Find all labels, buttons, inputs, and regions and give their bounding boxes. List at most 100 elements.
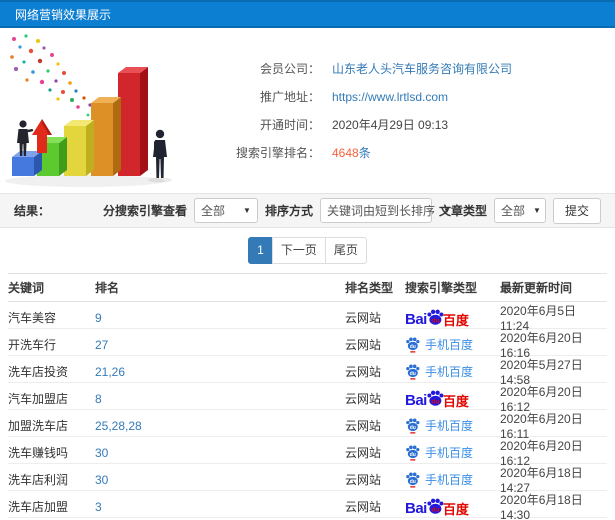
cell-keyword: 洗车店利润 <box>8 473 69 487</box>
filters-group: 分搜索引擎查看 全部 ▼ 排序方式 关键词由短到长排序 ▼ 文章类型 全部 ▼ … <box>102 197 601 224</box>
baidu-mobile-logo: du 手机百度 <box>405 363 500 380</box>
rank-count-label: 搜索引擎排名： <box>235 146 320 160</box>
chevron-down-icon: ▼ <box>243 206 251 215</box>
promo-url-link[interactable]: https://www.lrtlsd.com <box>332 90 448 104</box>
cell-rank[interactable]: 3 <box>95 500 345 514</box>
results-table: 关键词 排名 排名类型 搜索引擎类型 最新更新时间 汽车美容 9 云网站 Bai… <box>0 273 615 520</box>
chevron-down-icon: ▼ <box>533 206 541 215</box>
svg-text:du: du <box>431 398 439 405</box>
results-label: 结果： <box>14 204 51 218</box>
svg-text:du: du <box>410 424 416 430</box>
businessman-left <box>17 119 34 156</box>
baidu-pc-logo: Bai du 百度 <box>405 309 500 327</box>
header-rank: 排名 <box>95 281 120 295</box>
cell-rank-type: 云网站 <box>345 500 382 514</box>
cell-engine: du 手机百度 <box>405 363 500 380</box>
svg-text:du: du <box>431 317 439 324</box>
company-link[interactable]: 山东老人头汽车服务咨询有限公司 <box>332 60 512 77</box>
table-row: 汽车美容 9 云网站 Bai du 百度 2020年6月5日 11:24 <box>8 302 607 333</box>
open-time-value: 2020年4月29日 09:13 <box>332 118 449 132</box>
svg-text:du: du <box>410 478 416 484</box>
table-row: 洗车店投资 21,26 云网站 du 手机百度 2020年5月27日 14:58 <box>8 356 607 387</box>
baidu-mobile-logo: du 手机百度 <box>405 444 500 461</box>
bar-chart-illustration <box>0 31 192 191</box>
baidu-du-text: 百度 <box>442 393 469 409</box>
baidu-mobile-logo: du 手机百度 <box>405 417 500 434</box>
engine-filter-label: 分搜索引擎查看 <box>102 204 187 218</box>
sort-filter-select[interactable]: 关键词由短到长排序 ▼ <box>319 198 451 223</box>
cell-engine: du 手机百度 <box>405 336 500 353</box>
rank-count-value: 4648 <box>332 145 359 160</box>
cell-rank[interactable]: 27 <box>95 338 345 352</box>
engine-filter-select[interactable]: 全部 ▼ <box>193 198 258 223</box>
svg-text:du: du <box>431 506 439 513</box>
bar-blue <box>12 150 42 176</box>
baidu-paw-icon: du <box>427 309 444 325</box>
table-row: 洗车店加盟 3 云网站 Bai du 百度 2020年6月18日 14:30 <box>8 491 607 520</box>
submit-button[interactable]: 提交 <box>552 197 601 224</box>
next-page-button[interactable]: 下一页 <box>271 237 326 264</box>
svg-text:du: du <box>410 370 416 376</box>
sort-filter-value: 关键词由短到长排序 <box>326 204 435 218</box>
header-update-time: 最新更新时间 <box>500 281 573 295</box>
baidu-mobile-logo: du 手机百度 <box>405 471 500 488</box>
page-header: 网络营销效果展示 <box>0 0 615 28</box>
table-header-row: 关键词 排名 排名类型 搜索引擎类型 最新更新时间 <box>8 273 607 302</box>
cell-rank-type: 云网站 <box>345 473 382 487</box>
last-page-button[interactable]: 尾页 <box>324 237 367 264</box>
baidu-mobile-logo: du 手机百度 <box>405 336 500 353</box>
mobile-baidu-label: 手机百度 <box>425 419 474 433</box>
cell-engine: Bai du 百度 <box>405 309 500 327</box>
cell-engine: du 手机百度 <box>405 444 500 461</box>
baidu-bai-text: Bai <box>405 310 427 328</box>
cell-engine: du 手机百度 <box>405 417 500 434</box>
mobile-baidu-label: 手机百度 <box>425 365 474 379</box>
cell-rank[interactable]: 21,26 <box>95 365 345 379</box>
cell-rank-type: 云网站 <box>345 365 382 379</box>
cell-engine: du 手机百度 <box>405 471 500 488</box>
person-shadow <box>148 177 172 182</box>
svg-text:du: du <box>410 343 416 349</box>
confetti-dots <box>10 33 102 118</box>
info-row-company: 会员公司： 山东老人头汽车服务咨询有限公司 <box>192 55 585 83</box>
baidu-bai-text: Bai <box>405 499 427 517</box>
cell-keyword: 洗车赚钱吗 <box>8 446 69 460</box>
cell-keyword: 加盟洗车店 <box>8 419 69 433</box>
cell-rank[interactable]: 25,28,28 <box>95 419 345 433</box>
info-row-open-time: 开通时间： 2020年4月29日 09:13 <box>192 111 585 139</box>
cell-keyword: 开洗车行 <box>8 338 57 352</box>
rank-count-unit: 条 <box>358 146 371 160</box>
open-time-label: 开通时间： <box>259 118 320 132</box>
mobile-baidu-paw-icon: du <box>406 418 420 433</box>
table-body: 汽车美容 9 云网站 Bai du 百度 2020年6月5日 11:24 开洗车… <box>8 302 607 520</box>
summary-section: 会员公司： 山东老人头汽车服务咨询有限公司 推广地址： https://www.… <box>0 28 615 193</box>
info-row-rank-count: 搜索引擎排名： 4648 条 <box>192 139 585 167</box>
cell-rank[interactable]: 9 <box>95 311 345 325</box>
cell-keyword: 汽车美容 <box>8 311 57 325</box>
results-filter-bar: 结果： 分搜索引擎查看 全部 ▼ 排序方式 关键词由短到长排序 ▼ 文章类型 全… <box>0 193 615 228</box>
page-title: 网络营销效果展示 <box>15 7 112 22</box>
table-row: 加盟洗车店 25,28,28 云网站 du 手机百度 2020年6月20日 16… <box>8 410 607 441</box>
baidu-paw-icon: du <box>427 498 444 514</box>
bar-orange <box>91 96 121 176</box>
svg-text:du: du <box>410 451 416 457</box>
promo-url-label: 推广地址： <box>259 90 320 104</box>
cell-keyword: 汽车加盟店 <box>8 392 69 406</box>
table-row: 洗车店利润 30 云网站 du 手机百度 2020年6月18日 14:27 <box>8 464 607 495</box>
header-rank-type: 排名类型 <box>345 281 394 295</box>
article-type-select[interactable]: 全部 ▼ <box>493 198 546 223</box>
mobile-baidu-paw-icon: du <box>406 472 420 487</box>
cell-rank[interactable]: 30 <box>95 446 345 460</box>
baidu-du-text: 百度 <box>442 312 469 328</box>
sort-filter-label: 排序方式 <box>264 204 313 218</box>
baidu-pc-logo: Bai du 百度 <box>405 498 500 516</box>
page-number-current[interactable]: 1 <box>248 237 273 264</box>
cell-rank[interactable]: 8 <box>95 392 345 406</box>
info-row-url: 推广地址： https://www.lrtlsd.com <box>192 83 585 111</box>
cell-rank[interactable]: 30 <box>95 473 345 487</box>
mobile-baidu-paw-icon: du <box>406 445 420 460</box>
table-row: 汽车加盟店 8 云网站 Bai du 百度 2020年6月20日 16:12 <box>8 383 607 414</box>
baidu-bai-text: Bai <box>405 391 427 409</box>
header-keyword: 关键词 <box>8 281 45 295</box>
table-row: 开洗车行 27 云网站 du 手机百度 2020年6月20日 16:16 <box>8 329 607 360</box>
